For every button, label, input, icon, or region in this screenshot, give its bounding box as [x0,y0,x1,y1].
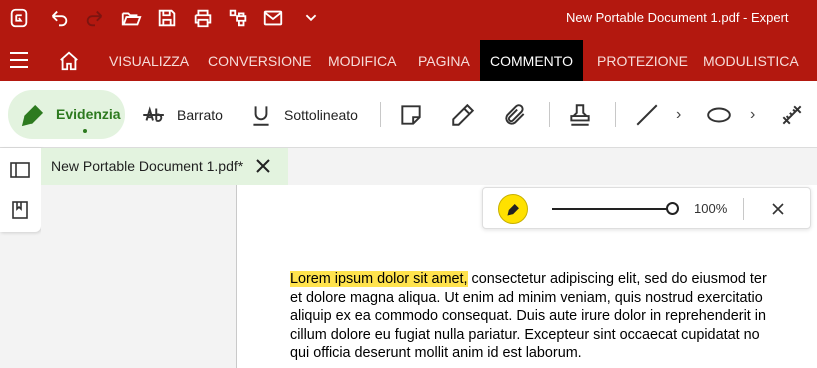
highlighted-text[interactable]: Lorem ipsum dolor sit amet, [290,271,468,287]
line-text: consectetur adipiscing elit, sed do eius… [467,271,767,287]
hamburger-menu-icon[interactable] [10,52,28,68]
line-icon [636,104,658,125]
print-icon[interactable] [186,0,220,36]
paragraph-line-3: aliquip ex ea commodo consequat. Duis au… [290,308,766,324]
sidebar-toggle-icon[interactable] [10,160,30,180]
line-button[interactable] [634,81,660,148]
document-tab-title: New Portable Document 1.pdf* [51,158,244,174]
redo-icon[interactable] [78,0,112,36]
toolbar-divider [549,102,550,127]
measure-button[interactable] [779,81,805,148]
stamp-button[interactable] [567,81,593,148]
bookmark-icon[interactable] [10,200,30,220]
batch-print-icon[interactable] [221,0,255,36]
highlight-color-button[interactable] [498,194,528,224]
menu-modulistica[interactable]: MODULISTICA [703,40,799,81]
opacity-value: 100% [694,201,728,216]
menu-visualizza[interactable]: VISUALIZZA [109,40,189,81]
home-icon[interactable] [58,50,80,72]
ellipse-button[interactable] [706,81,732,148]
workspace-background [41,185,236,368]
app-logo-icon[interactable] [2,0,36,36]
underline-label: Sottolineato [284,106,358,123]
sticky-note-button[interactable] [398,81,424,148]
comment-toolbar: Evidenzia Barrato Sottolineato › › [0,81,817,148]
toolbar-divider [615,102,616,127]
menu-modifica[interactable]: MODIFICA [328,40,396,81]
line-options-chevron-icon[interactable]: › [676,106,681,124]
close-properties-icon[interactable] [770,201,786,217]
pencil-icon [452,103,475,126]
highlight-label: Evidenzia [56,106,121,122]
close-tab-icon[interactable] [254,157,272,175]
sticky-note-icon [401,104,421,125]
shape-options-chevron-icon[interactable]: › [750,106,755,124]
highlighter-icon [507,204,519,216]
title-bar: New Portable Document 1.pdf - Expert [0,0,817,40]
menu-conversione[interactable]: CONVERSIONE [208,40,311,81]
measure-icon [782,105,802,124]
underline-icon [253,105,269,126]
underline-button[interactable]: Sottolineato [248,81,358,148]
undo-icon[interactable] [42,0,76,36]
opacity-slider-thumb[interactable] [666,202,679,215]
paperclip-icon [505,103,525,125]
pencil-button[interactable] [450,81,476,148]
document-tab[interactable]: New Portable Document 1.pdf* [41,148,288,185]
paragraph-line-5: qui officia deserunt mollit anim id est … [290,345,582,361]
paragraph-line-1: Lorem ipsum dolor sit amet, consectetur … [290,270,817,289]
menu-pagina[interactable]: PAGINA [418,40,470,81]
strikethrough-button[interactable]: Barrato [140,81,223,148]
menu-bar: VISUALIZZA CONVERSIONE MODIFICA PAGINA C… [0,40,817,81]
strikethrough-icon [143,105,164,122]
save-icon[interactable] [150,0,184,36]
opacity-slider-track[interactable] [552,208,672,210]
ellipse-icon [707,107,731,122]
strikethrough-label: Barrato [177,106,223,123]
highlight-button[interactable]: Evidenzia [8,90,125,139]
divider [743,198,744,220]
window-title: New Portable Document 1.pdf - Expert [566,10,789,25]
document-paragraph[interactable]: Lorem ipsum dolor sit amet, consectetur … [290,270,817,363]
left-side-panel [0,148,41,232]
highlighter-icon [21,104,44,127]
menu-commento[interactable]: COMMENTO [480,40,583,81]
highlight-properties-bar: 100% [482,187,811,229]
paragraph-line-2: et dolore magna aliqua. Ut enim ad minim… [290,289,763,306]
more-chevron-icon[interactable] [294,0,328,36]
mail-icon[interactable] [256,0,290,36]
active-indicator [83,129,87,133]
toolbar-divider [380,102,381,127]
attachment-button[interactable] [502,81,528,148]
paragraph-line-4: cillum dolore eu fugiat nulla pariatur. … [290,326,760,343]
stamp-icon [570,103,590,126]
open-folder-icon[interactable] [114,0,148,36]
menu-protezione[interactable]: PROTEZIONE [597,40,688,81]
